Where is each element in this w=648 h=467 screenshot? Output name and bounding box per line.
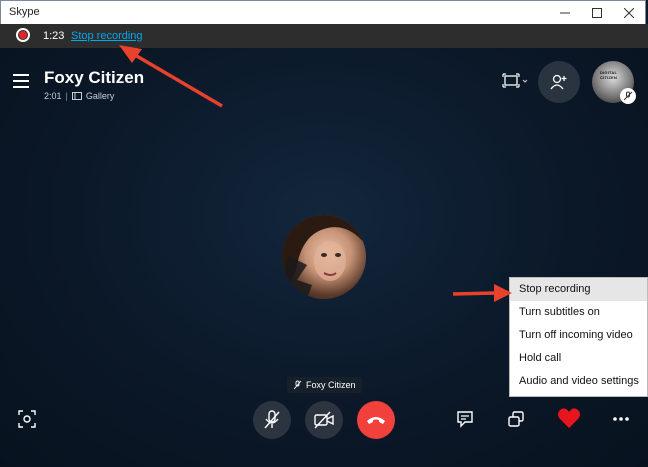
skype-window: Skype 1:23 Stop recording Foxy Citizen 2…: [0, 0, 648, 467]
arrow-to-stop-recording-link: [119, 45, 223, 108]
arrow-to-stop-recording-menu-item: [452, 284, 512, 302]
annotation-arrows: [119, 45, 512, 302]
